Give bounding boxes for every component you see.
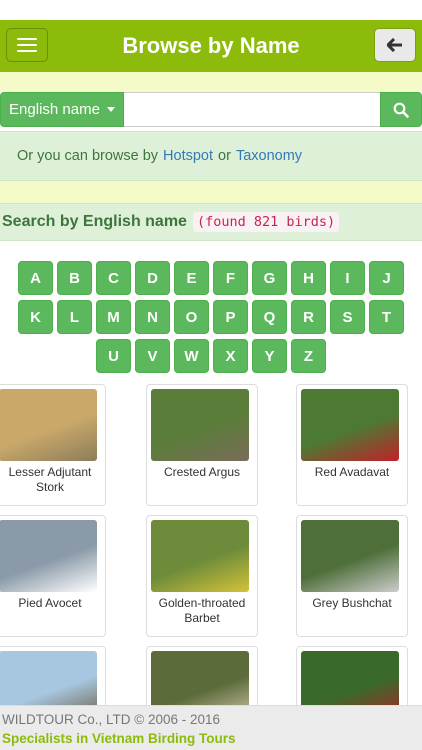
letter-button[interactable]: O: [174, 300, 209, 334]
letter-button[interactable]: V: [135, 339, 170, 373]
copyright-text: WILDTOUR Co., LTD © 2006 - 2016: [2, 712, 221, 727]
letter-button[interactable]: P: [213, 300, 248, 334]
bird-photo: [151, 389, 249, 461]
back-button[interactable]: [374, 28, 416, 62]
bird-photo: [0, 520, 97, 592]
search-bar: English name: [0, 92, 422, 127]
letter-button[interactable]: W: [174, 339, 209, 373]
letter-button[interactable]: D: [135, 261, 170, 295]
letter-button[interactable]: K: [18, 300, 53, 334]
hamburger-icon: [17, 38, 37, 52]
bird-photo: [0, 389, 97, 461]
letter-button[interactable]: G: [252, 261, 287, 295]
name-type-dropdown[interactable]: English name: [0, 92, 124, 127]
letter-button[interactable]: S: [330, 300, 365, 334]
hotspot-link[interactable]: Hotspot: [163, 148, 213, 164]
bird-card[interactable]: Red Avadavat: [296, 384, 408, 506]
found-count: (found 821 birds): [192, 212, 340, 232]
letter-button[interactable]: C: [96, 261, 131, 295]
letter-button[interactable]: I: [330, 261, 365, 295]
search-input[interactable]: [124, 92, 380, 127]
bird-photo: [151, 520, 249, 592]
bird-card[interactable]: Golden-throated Barbet: [146, 515, 258, 637]
bird-photo: [301, 389, 399, 461]
bird-name: Lesser Adjutant Stork: [8, 465, 92, 494]
letter-button[interactable]: B: [57, 261, 92, 295]
page-title: Browse by Name: [122, 33, 300, 58]
page-footer: WILDTOUR Co., LTD © 2006 - 2016 Speciali…: [0, 705, 422, 750]
alphabet-row: A B C D E F G H I J: [18, 261, 404, 295]
bird-name: Pied Avocet: [18, 596, 82, 610]
letter-button[interactable]: J: [369, 261, 404, 295]
caret-down-icon: [106, 107, 115, 112]
letter-button[interactable]: L: [57, 300, 92, 334]
browse-alternatives: Or you can browse by Hotspot or Taxonomy: [0, 131, 422, 181]
footer-tagline: Specialists in Vietnam Birding Tours: [2, 731, 236, 746]
browse-prefix: Or you can browse by: [17, 148, 159, 164]
menu-button[interactable]: [6, 28, 48, 62]
bird-card[interactable]: Crested Argus: [146, 384, 258, 506]
status-bar-gap: [0, 0, 422, 20]
search-button[interactable]: [380, 92, 422, 127]
bird-name: Red Avadavat: [314, 465, 390, 479]
letter-button[interactable]: N: [135, 300, 170, 334]
letter-button[interactable]: E: [174, 261, 209, 295]
bird-name: Golden-throated Barbet: [158, 596, 246, 625]
spacer-band: [0, 72, 422, 92]
dropdown-label: English name: [9, 101, 100, 118]
bird-card[interactable]: Pied Avocet: [0, 515, 106, 637]
bird-name: Crested Argus: [163, 465, 241, 479]
letter-button[interactable]: Q: [252, 300, 287, 334]
letter-button[interactable]: F: [213, 261, 248, 295]
bird-card[interactable]: Grey Bushchat: [296, 515, 408, 637]
alphabet-row: K L M N O P Q R S T: [18, 300, 404, 334]
bird-card[interactable]: Lesser Adjutant Stork: [0, 384, 106, 506]
letter-button[interactable]: X: [213, 339, 248, 373]
browse-or: or: [218, 148, 231, 164]
bird-name: Grey Bushchat: [312, 596, 392, 610]
alphabet-row: U V W X Y Z: [96, 339, 326, 373]
letter-button[interactable]: Z: [291, 339, 326, 373]
letter-button[interactable]: A: [18, 261, 53, 295]
search-icon: [393, 102, 409, 118]
letter-button[interactable]: H: [291, 261, 326, 295]
letter-button[interactable]: R: [291, 300, 326, 334]
alphabet-index: A B C D E F G H I J K L M N O P Q R S T …: [0, 261, 422, 373]
letter-button[interactable]: Y: [252, 339, 287, 373]
app-header: Browse by Name: [0, 20, 422, 72]
letter-button[interactable]: T: [369, 300, 404, 334]
spacer-band: [0, 181, 422, 203]
taxonomy-link[interactable]: Taxonomy: [236, 148, 302, 164]
letter-button[interactable]: M: [96, 300, 131, 334]
letter-button[interactable]: U: [96, 339, 131, 373]
arrow-left-icon: [387, 38, 402, 52]
search-by-label: Search by English name: [2, 213, 187, 230]
bird-photo: [301, 520, 399, 592]
search-by-heading: Search by English name (found 821 birds): [0, 203, 422, 241]
